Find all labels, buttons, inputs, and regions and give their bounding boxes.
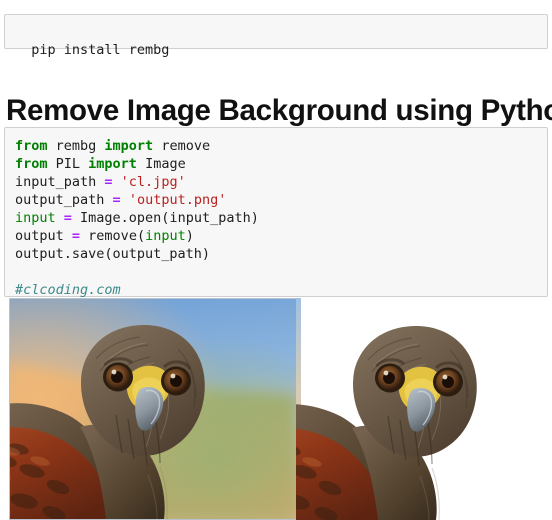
token-var-output: output (15, 228, 72, 244)
token-builtin-input: input (145, 228, 186, 244)
code-line-3: input_path = 'cl.jpg' (15, 173, 547, 191)
code-line-7: output.save(output_path) (15, 245, 547, 263)
token-keyword-from: from (15, 156, 48, 172)
token-module-pil: PIL (47, 156, 89, 172)
token-operator-assign: = (71, 228, 81, 244)
code-line-8-blank (15, 263, 547, 281)
code-line-6: output = remove(input) (15, 227, 547, 245)
code-line-4: output_path = 'output.png' (15, 191, 547, 209)
token-string-output-png: 'output.png' (120, 192, 227, 208)
background-removed-image-svg (296, 298, 552, 520)
token-name-image: Image (136, 156, 186, 172)
install-command-text: pip install rembg (31, 42, 170, 58)
token-name-remove: remove (153, 138, 211, 154)
token-comment-clcoding: #clcoding.com (15, 282, 121, 298)
code-line-1: from rembg import remove (15, 137, 547, 155)
code-line-5: input = Image.open(input_path) (15, 209, 547, 227)
code-line-2: from PIL import Image (15, 155, 547, 173)
token-operator-assign: = (112, 192, 121, 208)
token-keyword-import: import (88, 156, 137, 172)
token-keyword-import: import (104, 138, 154, 154)
token-var-input-path: input_path (15, 174, 105, 190)
token-keyword-from: from (15, 138, 48, 154)
token-call-remove: remove( (80, 228, 146, 244)
page-title: Remove Image Background using Python (6, 93, 552, 127)
token-operator-assign: = (104, 174, 113, 190)
token-string-cl-jpg: 'cl.jpg' (112, 174, 186, 190)
token-module-rembg: rembg (47, 138, 105, 154)
background-removed-image (296, 298, 552, 520)
original-image-svg (10, 299, 296, 519)
token-operator-assign: = (55, 210, 81, 226)
python-code-block: from rembg import remove from PIL import… (4, 127, 548, 299)
token-call-image-open: Image.open(input_path) (80, 210, 259, 226)
token-var-output-path: output_path (15, 192, 113, 208)
install-command-block: pip install rembg (4, 14, 548, 58)
original-image (9, 298, 297, 520)
token-paren-close: ) (185, 228, 194, 244)
token-builtin-input: input (15, 210, 56, 226)
token-call-output-save: output.save(output_path) (15, 246, 211, 262)
image-comparison-row (0, 298, 552, 520)
code-line-9: #clcoding.com (15, 281, 547, 299)
